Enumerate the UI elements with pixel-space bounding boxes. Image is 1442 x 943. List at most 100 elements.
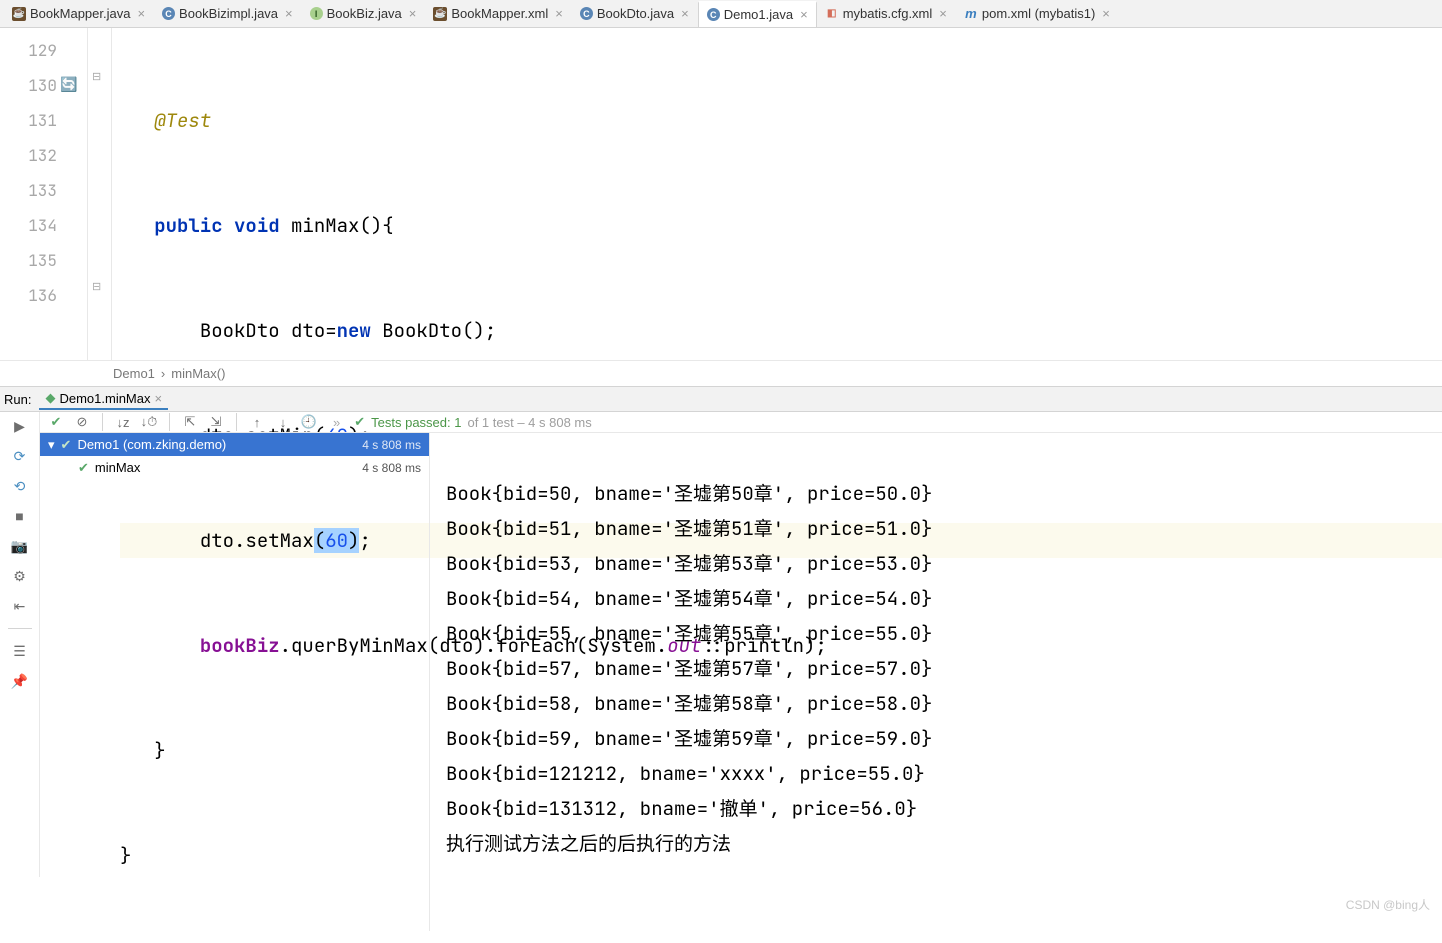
close-icon[interactable]: × [681, 6, 689, 21]
stop-icon[interactable]: ■ [12, 508, 28, 524]
code-text: BookDto dto= [200, 318, 337, 343]
check-icon: ✔ [354, 414, 365, 430]
tab-label: BookBiz.java [327, 6, 402, 21]
code-text: new [337, 318, 371, 343]
class-icon: C [162, 7, 175, 20]
tree-label: minMax [95, 460, 141, 475]
next-icon[interactable]: ↓ [273, 412, 293, 432]
tree-child[interactable]: ✔ minMax 4 s 808 ms [40, 456, 429, 479]
console-line: Book{bid=50, bname='圣墟第50章', price=50.0} [446, 481, 932, 506]
line-gutter: 129 130 131 132 133 134 135 136 🔄 [0, 28, 88, 360]
check-icon: ✔ [78, 460, 89, 476]
line-number: 129 [0, 33, 57, 68]
tab-pom[interactable]: m pom.xml (mybatis1) × [956, 1, 1119, 27]
tab-label: BookBizimpl.java [179, 6, 278, 21]
rerun-failed-icon[interactable]: ⟲ [12, 478, 28, 494]
pin-icon[interactable]: 📌 [12, 673, 28, 689]
fold-icon[interactable]: ⊟ [92, 70, 101, 83]
close-icon[interactable]: × [1102, 6, 1110, 21]
separator [102, 413, 103, 431]
line-number: 133 [0, 173, 57, 208]
tree-time: 4 s 808 ms [362, 438, 421, 452]
show-passed-icon[interactable]: ✔ [46, 412, 66, 432]
prev-icon[interactable]: ↑ [247, 412, 267, 432]
separator: » [333, 415, 340, 430]
tab-label: Demo1.java [724, 7, 793, 22]
console-line: Book{bid=51, bname='圣墟第51章', price=51.0} [446, 516, 932, 541]
collapse-icon[interactable]: ⇲ [206, 412, 226, 432]
console-line: Book{bid=59, bname='圣墟第59章', price=59.0} [446, 726, 932, 751]
tab-bookmapper-xml[interactable]: ☕ BookMapper.xml × [425, 1, 571, 27]
check-icon: ✔ [61, 437, 72, 453]
breadcrumb-item[interactable]: Demo1 [113, 366, 155, 381]
layout-icon[interactable]: ☰ [12, 643, 28, 659]
close-icon[interactable]: × [409, 6, 417, 21]
debug-icon[interactable]: ⟳ [12, 448, 28, 464]
maven-icon: m [964, 7, 978, 21]
close-icon[interactable]: × [555, 6, 563, 21]
console-line: Book{bid=55, bname='圣墟第55章', price=55.0} [446, 621, 932, 646]
tab-mybatis-cfg[interactable]: ◧mybatis.cfg.xml× [817, 1, 956, 27]
code-area[interactable]: @Test public void minMax(){ BookDto dto=… [112, 28, 1442, 360]
run-config-tab[interactable]: ◆ Demo1.minMax × [39, 388, 168, 410]
dump-icon[interactable]: 📷 [12, 538, 28, 554]
close-icon[interactable]: × [155, 391, 163, 406]
console-line: Book{bid=57, bname='圣墟第57章', price=57.0} [446, 656, 932, 681]
tab-bookmapper-java[interactable]: ☕BookMapper.java× [4, 1, 154, 27]
run-icon[interactable]: ▶ [12, 418, 28, 434]
run-main: ✔ ⊘ ↓ᴢ ↓⏱ ⇱ ⇲ ↑ ↓ 🕘 » ✔ Tests passed: 1 … [40, 412, 1442, 877]
show-ignored-icon[interactable]: ⊘ [72, 412, 92, 432]
console-line: Book{bid=121212, bname='xxxx', price=55.… [446, 761, 925, 786]
close-icon[interactable]: × [939, 6, 947, 21]
code-editor[interactable]: 129 130 131 132 133 134 135 136 🔄 ⊟ ⊟ @T… [0, 28, 1442, 360]
close-icon[interactable]: × [137, 6, 145, 21]
config-icon: ◧ [825, 7, 839, 21]
run-gutter-icon[interactable]: 🔄 [60, 68, 77, 103]
run-tab-label: Demo1.minMax [59, 391, 150, 406]
line-number: 135 [0, 243, 57, 278]
xml-icon: ☕ [433, 7, 447, 21]
history-icon[interactable]: 🕘 [299, 412, 319, 432]
tree-root[interactable]: ▾ ✔ Demo1 (com.zking.demo) 4 s 808 ms [40, 433, 429, 456]
run-label: Run: [4, 392, 31, 407]
watermark: CSDN @bing人 [1346, 888, 1430, 923]
close-icon[interactable]: × [800, 7, 808, 22]
line-number: 131 [0, 103, 57, 138]
chevron-right-icon: › [161, 366, 165, 381]
breadcrumb-item[interactable]: minMax() [171, 366, 225, 381]
tab-demo1[interactable]: C Demo1.java × [698, 1, 817, 27]
tab-label: BookDto.java [597, 6, 674, 21]
expand-icon[interactable]: ⇱ [180, 412, 200, 432]
tab-label: pom.xml (mybatis1) [982, 6, 1095, 21]
tab-label: BookMapper.xml [451, 6, 548, 21]
tab-bookdto[interactable]: CBookDto.java× [572, 1, 698, 27]
editor-tab-bar: ☕ BookMapper.java × C BookBizimpl.java × I Bo… [0, 0, 1442, 28]
close-icon[interactable]: × [285, 6, 293, 21]
settings-icon[interactable]: ⚙ [12, 568, 28, 584]
tab-bookbiz[interactable]: I BookBiz.java × [302, 1, 426, 27]
separator [8, 628, 32, 629]
test-tree[interactable]: ▾ ✔ Demo1 (com.zking.demo) 4 s 808 ms ✔ … [40, 433, 430, 931]
console-line: 执行测试方法之后的后执行的方法 [446, 831, 731, 856]
tab-bookbizimpl[interactable]: C BookBizimpl.java × [154, 1, 302, 27]
tree-time: 4 s 808 ms [362, 461, 421, 475]
separator [236, 413, 237, 431]
class-icon: C [707, 8, 720, 21]
fold-icon[interactable]: ⊟ [92, 280, 101, 293]
console-output[interactable]: Book{bid=50, bname='圣墟第50章', price=50.0}… [430, 433, 1442, 931]
console-line: Book{bid=58, bname='圣墟第58章', price=58.0} [446, 691, 932, 716]
sort-down-icon[interactable]: ↓ᴢ [113, 412, 133, 432]
line-number: 130 [0, 68, 57, 103]
console-line: Book{bid=131312, bname='撤单', price=56.0} [446, 796, 917, 821]
test-toolbar: ✔ ⊘ ↓ᴢ ↓⏱ ⇱ ⇲ ↑ ↓ 🕘 » ✔ Tests passed: 1 … [40, 412, 1442, 433]
code-text: @Test [154, 108, 211, 133]
sort-duration-icon[interactable]: ↓⏱ [139, 412, 159, 432]
code-text: BookDto(); [371, 318, 496, 343]
interface-icon: I [310, 7, 323, 20]
tests-passed-label: Tests passed: 1 [371, 415, 461, 430]
fold-column: ⊟ ⊟ [88, 28, 112, 360]
code-text: minMax(){ [280, 213, 394, 238]
code-text: void [234, 213, 280, 238]
exit-icon[interactable]: ⇤ [12, 598, 28, 614]
tab-label: BookMapper.java [30, 6, 130, 21]
